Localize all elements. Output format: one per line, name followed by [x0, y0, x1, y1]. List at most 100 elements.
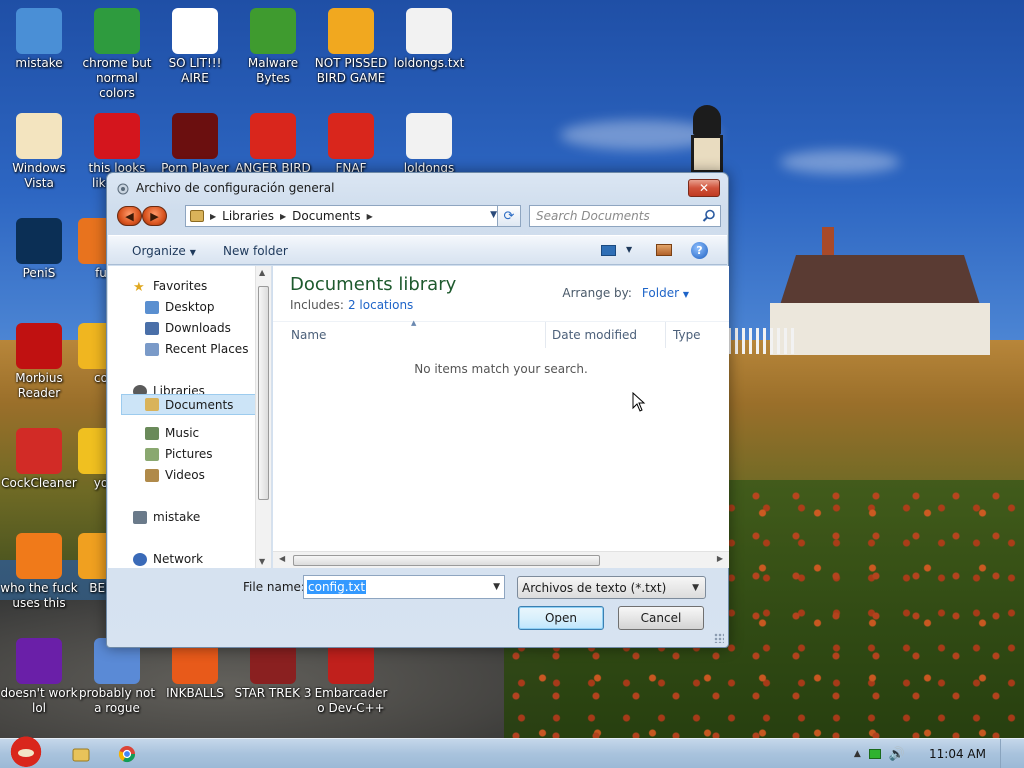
desktop-icon-item[interactable]: Malware Bytes	[234, 8, 312, 86]
chevron-down-icon[interactable]: ▼	[493, 582, 500, 592]
cancel-button[interactable]: Cancel	[618, 606, 704, 630]
search-icon[interactable]	[702, 209, 716, 223]
desktop-icon-item[interactable]: ANGER BIRD	[234, 113, 312, 176]
clock[interactable]: 11:04 AM	[929, 747, 986, 761]
desktop-icon-label: Embarcadero Dev-C++	[314, 686, 388, 715]
preview-pane-icon[interactable]	[656, 244, 672, 256]
nav-downloads[interactable]: Downloads	[145, 318, 231, 338]
breadcrumb-separator[interactable]: ▶	[210, 212, 216, 221]
scrollbar-thumb[interactable]	[293, 555, 600, 566]
desktop-icon-item[interactable]: SO LIT!!! AIRE	[156, 8, 234, 86]
nav-documents[interactable]: Documents	[121, 394, 259, 415]
show-hidden-icons-icon[interactable]: ▲	[854, 749, 861, 759]
view-icon[interactable]	[601, 245, 616, 256]
column-divider[interactable]	[545, 322, 546, 348]
nav-recent-places[interactable]: Recent Places	[145, 339, 248, 359]
taskbar-chrome-button[interactable]	[114, 743, 140, 765]
chevron-down-icon: ▼	[692, 583, 699, 593]
taskbar-explorer-button[interactable]	[68, 743, 94, 765]
desktop-icon-item[interactable]: NOT PISSED BIRD GAME	[312, 8, 390, 86]
desktop-icon-item[interactable]: chrome but normal colors	[78, 8, 156, 101]
nav-videos[interactable]: Videos	[145, 465, 205, 485]
search-placeholder: Search Documents	[536, 209, 650, 223]
nav-videos-label: Videos	[165, 468, 205, 482]
column-name[interactable]: Name	[291, 328, 326, 342]
address-dropdown-icon[interactable]: ▼	[490, 210, 497, 220]
back-button[interactable]: ◀	[117, 206, 142, 226]
angry-bird-icon	[6, 733, 46, 767]
desktop-icon-item[interactable]: loldongs.txt	[390, 8, 468, 71]
folder-icon	[72, 748, 90, 762]
resize-grip[interactable]	[714, 633, 724, 643]
start-button[interactable]	[2, 733, 50, 768]
scroll-up-icon[interactable]: ▲	[259, 268, 265, 277]
nav-homegroup-label: mistake	[153, 510, 201, 524]
breadcrumb-libraries[interactable]: Libraries	[222, 209, 274, 223]
column-date-modified[interactable]: Date modified	[552, 328, 637, 342]
command-bar: Organize ▼ New folder ▼ ?	[108, 235, 727, 265]
battery-icon[interactable]	[868, 749, 881, 759]
file-name-value[interactable]: config.txt	[307, 580, 367, 594]
show-desktop-button[interactable]	[1000, 739, 1012, 768]
includes-label: Includes:	[290, 298, 344, 312]
address-bar[interactable]: ▶ Libraries ▶ Documents ▶ ▼	[185, 205, 502, 227]
column-type[interactable]: Type	[673, 328, 701, 342]
nav-pictures-label: Pictures	[165, 447, 213, 461]
file-name-input[interactable]: config.txt ▼	[303, 575, 505, 599]
breadcrumb-separator[interactable]: ▶	[367, 212, 373, 221]
nav-pane-scrollbar[interactable]: ▲ ▼	[255, 266, 271, 568]
pdf-icon	[16, 323, 62, 369]
organize-label: Organize	[132, 244, 186, 258]
new-folder-button[interactable]: New folder	[223, 244, 288, 258]
volume-icon[interactable]: 🔊	[889, 747, 905, 762]
file-list-pane: Documents library Includes: 2 locations A…	[273, 266, 729, 568]
system-tray: ▲ 🔊 11:04 AM	[854, 739, 1024, 768]
desktop-icon-label: loldongs.txt	[393, 56, 465, 70]
search-input[interactable]: Search Documents	[529, 205, 721, 227]
nav-favorites[interactable]: ★ Favorites	[133, 276, 207, 296]
breadcrumb-documents[interactable]: Documents	[292, 209, 360, 223]
desktop-icon-item[interactable]: doesn't work lol	[0, 638, 78, 716]
desktop-icon-item[interactable]: loldongs	[390, 113, 468, 176]
column-divider[interactable]	[665, 322, 666, 348]
horizontal-scrollbar[interactable]: ◀ ▶	[273, 551, 729, 568]
scrollbar-thumb[interactable]	[258, 286, 269, 500]
nav-homegroup[interactable]: mistake	[133, 507, 200, 527]
ccleaner-icon	[16, 428, 62, 474]
desktop-icon-item[interactable]: FNAF	[312, 113, 390, 176]
desktop-icon-item[interactable]: Windows Vista	[0, 113, 78, 191]
nav-music-label: Music	[165, 426, 200, 440]
scroll-right-icon[interactable]: ▶	[717, 554, 723, 563]
file-type-select[interactable]: Archivos de texto (*.txt) ▼	[517, 576, 706, 599]
nav-network[interactable]: Network	[133, 549, 203, 568]
refresh-button[interactable]: ⟳	[497, 205, 521, 227]
desktop-icon-label: probably not a rogue	[78, 686, 156, 715]
chevron-down-icon[interactable]: ▼	[626, 245, 632, 254]
scroll-left-icon[interactable]: ◀	[279, 554, 285, 563]
desktop-icon-label: STAR TREK 3	[234, 686, 312, 700]
nav-arrows: ◀ ▶	[117, 206, 169, 226]
close-button[interactable]: ✕	[688, 179, 720, 197]
help-icon[interactable]: ?	[691, 242, 708, 259]
star-icon: ★	[133, 279, 145, 295]
file-name-label: File name:	[243, 580, 305, 594]
locations-link[interactable]: 2 locations	[348, 298, 413, 312]
desktop-icon-item[interactable]: Porn Player	[156, 113, 234, 176]
forward-button[interactable]: ▶	[142, 206, 167, 226]
flash-icon	[172, 113, 218, 159]
desktop-icon-item[interactable]: mistake	[0, 8, 78, 71]
nav-music[interactable]: Music	[145, 423, 199, 443]
nav-pictures[interactable]: Pictures	[145, 444, 213, 464]
scroll-down-icon[interactable]: ▼	[259, 557, 265, 566]
desktop-icon-item[interactable]: Embarcadero Dev-C++	[312, 638, 390, 716]
dialog-titlebar[interactable]: Archivo de configuración general ✕	[107, 173, 728, 203]
breadcrumb-separator[interactable]: ▶	[280, 212, 286, 221]
open-button[interactable]: Open	[518, 606, 604, 630]
green-pig-icon	[328, 8, 374, 54]
forward-arrow-icon: ▶	[150, 209, 159, 223]
documents-icon	[145, 398, 159, 411]
nav-desktop[interactable]: Desktop	[145, 297, 215, 317]
arrange-by-dropdown[interactable]: Folder ▼	[642, 286, 689, 300]
desktop-icon-item[interactable]: probably not a rogue	[78, 638, 156, 716]
organize-button[interactable]: Organize ▼	[132, 244, 196, 258]
